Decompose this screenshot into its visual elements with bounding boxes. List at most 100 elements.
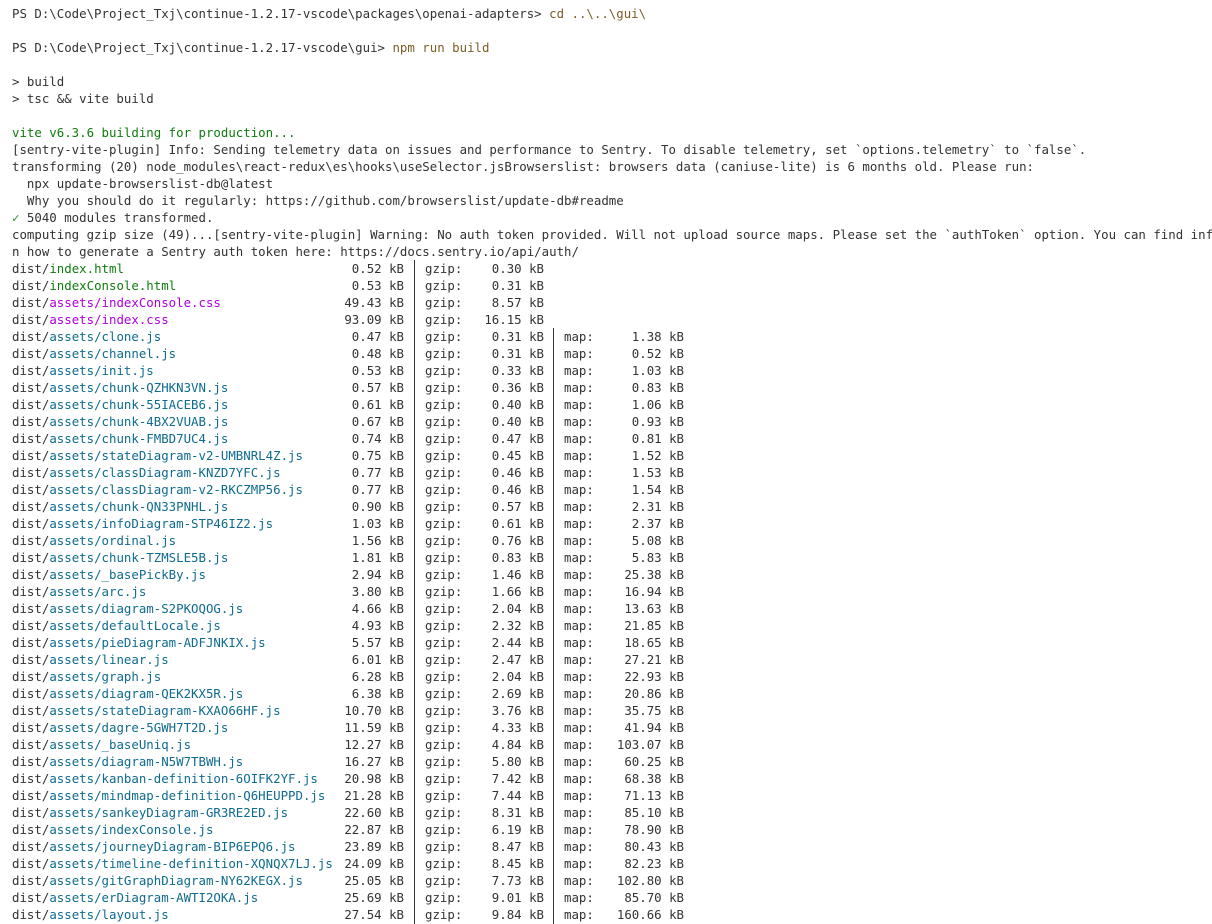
build-file-row: dist/assets/chunk-55IACEB6.js 0.61 kB gzip…: [12, 396, 1212, 413]
column-separator: [414, 311, 415, 328]
dist-prefix: dist/: [12, 907, 50, 922]
file-path: dist/assets/chunk-TZMSLE5B.js: [12, 549, 228, 566]
file-size: 0.67 kB: [351, 414, 404, 429]
map-label: map:: [564, 771, 594, 786]
file-path: dist/assets/stateDiagram-v2-UMBNRL4Z.js: [12, 447, 303, 464]
dist-prefix: dist/: [12, 805, 50, 820]
map-label: map:: [564, 329, 594, 344]
build-file-row: dist/assets/index.css 93.09 kB gzip: 16.15 …: [12, 311, 1212, 328]
dist-prefix: dist/: [12, 550, 50, 565]
file-name: assets/_basePickBy.js: [49, 567, 206, 582]
dist-prefix: dist/: [12, 856, 50, 871]
modules-text: 5040 modules transformed.: [19, 210, 214, 225]
gzip-size: 8.31 kB: [491, 805, 544, 820]
dist-prefix: dist/: [12, 567, 50, 582]
column-separator: [414, 651, 415, 668]
column-separator: [414, 804, 415, 821]
gzip-size: 0.45 kB: [491, 448, 544, 463]
file-path: dist/assets/indexConsole.js: [12, 821, 213, 838]
column-separator: [553, 855, 554, 872]
file-size: 0.77 kB: [351, 482, 404, 497]
file-name: assets/channel.js: [49, 346, 177, 361]
file-path: dist/assets/graph.js: [12, 668, 161, 685]
gzip-size: 0.61 kB: [491, 516, 544, 531]
build-file-row: dist/assets/clone.js 0.47 kB gzip: 0.31 kB m…: [12, 328, 1212, 345]
column-separator: [553, 872, 554, 889]
map-size: 1.06 kB: [631, 397, 684, 412]
dist-prefix: dist/: [12, 312, 50, 327]
file-name: assets/infoDiagram-STP46IZ2.js: [49, 516, 274, 531]
file-name: assets/indexConsole.js: [49, 822, 214, 837]
file-size: 22.60 kB: [344, 805, 404, 820]
file-name: assets/_baseUniq.js: [49, 737, 192, 752]
gzip-size: 1.66 kB: [491, 584, 544, 599]
file-size: 5.57 kB: [351, 635, 404, 650]
column-separator: [553, 889, 554, 906]
gzip-size: 0.57 kB: [491, 499, 544, 514]
file-name: assets/clone.js: [49, 329, 162, 344]
file-name: assets/index.css: [49, 312, 169, 327]
gzip-size: 9.84 kB: [491, 907, 544, 922]
build-file-row: dist/assets/chunk-TZMSLE5B.js 1.81 kB gzip…: [12, 549, 1212, 566]
column-separator: [414, 277, 415, 294]
gzip-size: 8.47 kB: [491, 839, 544, 854]
file-name: assets/kanban-definition-6OIFK2YF.js: [49, 771, 318, 786]
column-separator: [553, 838, 554, 855]
column-separator: [414, 719, 415, 736]
map-label: map:: [564, 567, 594, 582]
file-path: dist/assets/chunk-QZHKN3VN.js: [12, 379, 228, 396]
dist-prefix: dist/: [12, 431, 50, 446]
file-size: 25.69 kB: [344, 890, 404, 905]
map-size: 1.53 kB: [631, 465, 684, 480]
gzip-size: 4.84 kB: [491, 737, 544, 752]
gzip-size: 2.69 kB: [491, 686, 544, 701]
build-file-row: dist/assets/indexConsole.js 22.87 kB gzip:…: [12, 821, 1212, 838]
build-file-row: dist/assets/layout.js 27.54 kB gzip: 9.84 k…: [12, 906, 1212, 923]
build-file-row: dist/assets/_basePickBy.js 2.94 kB gzip: 1.…: [12, 566, 1212, 583]
dist-prefix: dist/: [12, 448, 50, 463]
file-path: dist/assets/linear.js: [12, 651, 169, 668]
file-name: assets/diagram-N5W7TBWH.js: [49, 754, 244, 769]
prompt-line-1: PS D:\Code\Project_Txj\continue-1.2.17-v…: [12, 5, 1212, 22]
build-file-row: dist/index.html 0.52 kB gzip: 0.30 kB: [12, 260, 1212, 277]
terminal-output[interactable]: PS D:\Code\Project_Txj\continue-1.2.17-v…: [0, 0, 1212, 924]
build-file-row: dist/assets/diagram-S2PKOQOG.js 4.66 kB gz…: [12, 600, 1212, 617]
file-path: dist/assets/chunk-55IACEB6.js: [12, 396, 228, 413]
file-size: 0.47 kB: [351, 329, 404, 344]
file-path: dist/assets/_basePickBy.js: [12, 566, 206, 583]
dist-prefix: dist/: [12, 737, 50, 752]
column-separator: [553, 906, 554, 923]
column-separator: [414, 328, 415, 345]
file-size: 4.66 kB: [351, 601, 404, 616]
build-file-row: dist/assets/mindmap-definition-Q6HEUPPD.…: [12, 787, 1212, 804]
transforming-line: transforming (20) node_modules\react-red…: [12, 159, 1034, 174]
map-size: 78.90 kB: [624, 822, 684, 837]
map-size: 2.37 kB: [631, 516, 684, 531]
script-line: > build: [12, 74, 65, 89]
file-name: assets/ordinal.js: [49, 533, 177, 548]
file-path: dist/assets/pieDiagram-ADFJNKIX.js: [12, 634, 266, 651]
file-size: 0.74 kB: [351, 431, 404, 446]
map-size: 5.08 kB: [631, 533, 684, 548]
file-size: 12.27 kB: [344, 737, 404, 752]
file-path: dist/index.html: [12, 260, 124, 277]
build-file-row: dist/assets/diagram-N5W7TBWH.js 16.27 kB g…: [12, 753, 1212, 770]
file-path: dist/indexConsole.html: [12, 277, 176, 294]
column-separator: [553, 651, 554, 668]
column-separator: [414, 600, 415, 617]
file-path: dist/assets/mindmap-definition-Q6HEUPPD.…: [12, 787, 325, 804]
file-name: assets/chunk-55IACEB6.js: [49, 397, 229, 412]
map-label: map:: [564, 363, 594, 378]
map-label: map:: [564, 601, 594, 616]
column-separator: [553, 821, 554, 838]
column-separator: [414, 447, 415, 464]
map-size: 80.43 kB: [624, 839, 684, 854]
map-label: map:: [564, 703, 594, 718]
map-size: 0.93 kB: [631, 414, 684, 429]
build-file-row: dist/indexConsole.html 0.53 kB gzip: 0.31 k…: [12, 277, 1212, 294]
map-size: 18.65 kB: [624, 635, 684, 650]
column-separator: [414, 787, 415, 804]
column-separator: [553, 685, 554, 702]
map-label: map:: [564, 873, 594, 888]
file-name: assets/journeyDiagram-BIP6EPQ6.js: [49, 839, 296, 854]
